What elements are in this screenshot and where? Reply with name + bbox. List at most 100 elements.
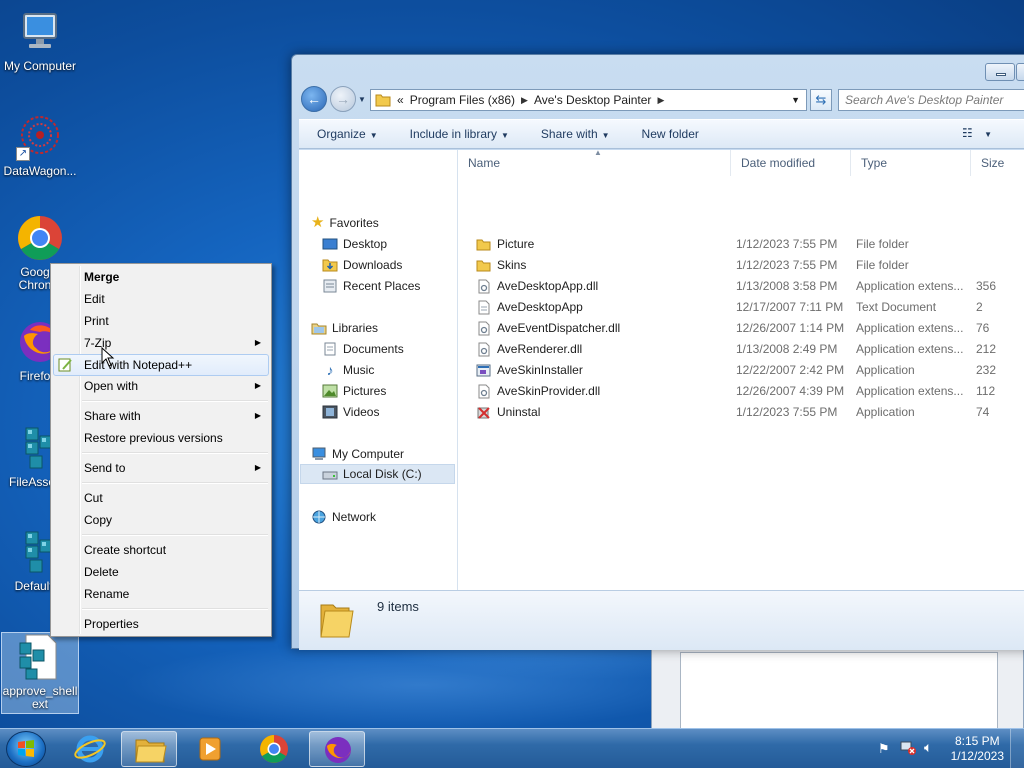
new-folder-button[interactable]: New folder xyxy=(624,127,713,141)
address-dropdown-icon[interactable]: ▼ xyxy=(791,95,800,105)
menu-item-restore-previous-versions[interactable]: Restore previous versions xyxy=(53,427,269,449)
menu-separator xyxy=(82,534,268,536)
breadcrumb-separator-icon[interactable]: ▶ xyxy=(657,95,664,106)
search-input[interactable]: Search Ave's Desktop Painter xyxy=(838,89,1024,111)
file-date: 12/22/2007 2:42 PM xyxy=(736,363,845,377)
background-window[interactable] xyxy=(651,649,1024,730)
file-row[interactable]: AveRenderer.dll 1/13/2008 2:49 PM Applicat… xyxy=(458,339,1024,360)
start-button[interactable] xyxy=(6,731,46,767)
change-view-button[interactable]: ☷ ▼ xyxy=(962,126,992,140)
taskbar-media-player[interactable] xyxy=(182,731,238,767)
nav-favorites[interactable]: ★ Favorites xyxy=(311,213,379,233)
volume-icon[interactable]: 🔈︎ xyxy=(924,739,932,756)
menu-item-send-to[interactable]: Send to ▶ xyxy=(53,457,269,479)
menu-item-merge[interactable]: Merge xyxy=(53,266,269,288)
computer-icon xyxy=(311,447,327,461)
item-count: 9 items xyxy=(377,599,419,614)
column-header-size[interactable]: Size xyxy=(971,150,1024,176)
file-size: 212 xyxy=(976,342,997,356)
file-type: Application extens... xyxy=(856,321,964,335)
address-bar[interactable]: « Program Files (x86) ▶ Ave's Desktop Pa… xyxy=(370,89,807,111)
minimize-button[interactable] xyxy=(985,63,1015,81)
desktop-icon-datawagon[interactable]: ↗ DataWagon... xyxy=(1,113,79,178)
file-list: ▲ Name Date modified Type Size Picture 1/… xyxy=(458,148,1024,590)
file-row[interactable]: AveDesktopApp 12/17/2007 7:11 PM Text Docu… xyxy=(458,297,1024,318)
menu-item-copy[interactable]: Copy xyxy=(53,509,269,531)
nav-desktop[interactable]: Desktop xyxy=(322,234,387,254)
nav-videos[interactable]: Videos xyxy=(322,402,379,422)
network-disconnected-icon[interactable] xyxy=(900,739,916,758)
nav-downloads[interactable]: Downloads xyxy=(322,255,402,275)
show-desktop-button[interactable] xyxy=(1010,729,1024,768)
menu-item-create-shortcut[interactable]: Create shortcut xyxy=(53,539,269,561)
clock[interactable]: 8:15 PM 1/12/2023 xyxy=(951,734,1004,764)
breadcrumb-overflow[interactable]: « xyxy=(397,93,404,107)
clock-time: 8:15 PM xyxy=(954,734,1000,748)
submenu-arrow-icon: ▶ xyxy=(254,463,261,472)
refresh-button[interactable]: ⇆ xyxy=(810,89,832,111)
action-center-flag-icon[interactable]: ⚑ xyxy=(878,741,890,757)
file-row[interactable]: AveEventDispatcher.dll 12/26/2007 1:14 PM… xyxy=(458,318,1024,339)
nav-local-disk[interactable]: Local Disk (C:) xyxy=(300,464,455,484)
menu-item-edit-with-notepadpp[interactable]: Edit with Notepad++ xyxy=(53,354,269,376)
menu-item-share-with[interactable]: Share with ▶ xyxy=(53,405,269,427)
nav-documents[interactable]: Documents xyxy=(322,339,404,359)
downloads-folder-icon xyxy=(322,258,338,272)
menu-item-rename[interactable]: Rename xyxy=(53,583,269,605)
dll-file-icon xyxy=(476,279,491,294)
desktop-icon-approve-shell-ext[interactable]: approve_shell ext xyxy=(1,632,79,714)
share-with-button[interactable]: Share with ▼ xyxy=(523,127,624,141)
menu-item-properties[interactable]: Properties xyxy=(53,613,269,635)
file-row[interactable]: Picture 1/12/2023 7:55 PM File folder xyxy=(458,234,1024,255)
file-row[interactable]: Skins 1/12/2023 7:55 PM File folder xyxy=(458,255,1024,276)
file-date: 1/13/2008 3:58 PM xyxy=(736,279,838,293)
menu-item-7zip[interactable]: 7-Zip ▶ xyxy=(53,332,269,354)
pictures-icon xyxy=(322,384,338,398)
folder-large-icon xyxy=(319,597,355,642)
explorer-window[interactable]: ← → ▼ « Program Files (x86) ▶ Ave's Desk… xyxy=(291,54,1024,650)
maximize-button[interactable] xyxy=(1016,63,1024,81)
menu-item-delete[interactable]: Delete xyxy=(53,561,269,583)
nav-my-computer[interactable]: My Computer xyxy=(311,444,404,464)
menu-item-print[interactable]: Print xyxy=(53,310,269,332)
column-header-type[interactable]: Type xyxy=(851,150,971,176)
breadcrumb-aves-desktop-painter[interactable]: Ave's Desktop Painter xyxy=(534,93,651,107)
forward-button[interactable]: → xyxy=(330,86,356,112)
recent-pages-chevron-icon[interactable]: ▼ xyxy=(358,95,366,104)
menu-item-open-with[interactable]: Open with ▶ xyxy=(53,375,269,397)
menu-item-cut[interactable]: Cut xyxy=(53,487,269,509)
file-row[interactable]: AveSkinInstaller 12/22/2007 2:42 PM Applic… xyxy=(458,360,1024,381)
drive-icon xyxy=(322,467,338,481)
clock-date: 1/12/2023 xyxy=(950,749,1004,763)
organize-button[interactable]: Organize ▼ xyxy=(299,127,392,141)
column-header-date-modified[interactable]: Date modified xyxy=(731,150,851,176)
folder-icon xyxy=(476,258,491,273)
file-name: Picture xyxy=(497,237,535,251)
explorer-folder-icon xyxy=(135,739,167,763)
menu-separator xyxy=(82,608,268,610)
dll-file-icon xyxy=(476,321,491,336)
back-button[interactable]: ← xyxy=(301,86,327,112)
file-row[interactable]: Uninstal 1/12/2023 7:55 PM Application 74 xyxy=(458,402,1024,423)
nav-network[interactable]: Network xyxy=(311,507,376,527)
taskbar-windows-explorer[interactable] xyxy=(121,731,177,767)
file-type: Application extens... xyxy=(856,384,964,398)
include-in-library-button[interactable]: Include in library ▼ xyxy=(392,127,523,141)
refresh-icon: ⇆ xyxy=(815,92,827,107)
taskbar-chrome[interactable] xyxy=(246,731,302,767)
column-header-name[interactable]: Name xyxy=(458,150,731,176)
taskbar-firefox[interactable] xyxy=(309,731,365,767)
file-row[interactable]: AveDesktopApp.dll 1/13/2008 3:58 PM Applic… xyxy=(458,276,1024,297)
taskbar-internet-explorer[interactable] xyxy=(62,731,118,767)
breadcrumb-separator-icon[interactable]: ▶ xyxy=(521,95,528,106)
file-row[interactable]: AveSkinProvider.dll 12/26/2007 4:39 PM App… xyxy=(458,381,1024,402)
nav-recent-places[interactable]: Recent Places xyxy=(322,276,420,296)
breadcrumb-program-files[interactable]: Program Files (x86) xyxy=(410,93,515,107)
desktop-icon-my-computer[interactable]: My Computer xyxy=(1,8,79,73)
submenu-arrow-icon: ▶ xyxy=(254,381,261,390)
nav-music[interactable]: ♪ Music xyxy=(322,360,375,380)
menu-item-edit[interactable]: Edit xyxy=(53,288,269,310)
uninstall-file-icon xyxy=(476,405,491,420)
nav-libraries[interactable]: Libraries xyxy=(311,318,378,338)
nav-pictures[interactable]: Pictures xyxy=(322,381,386,401)
